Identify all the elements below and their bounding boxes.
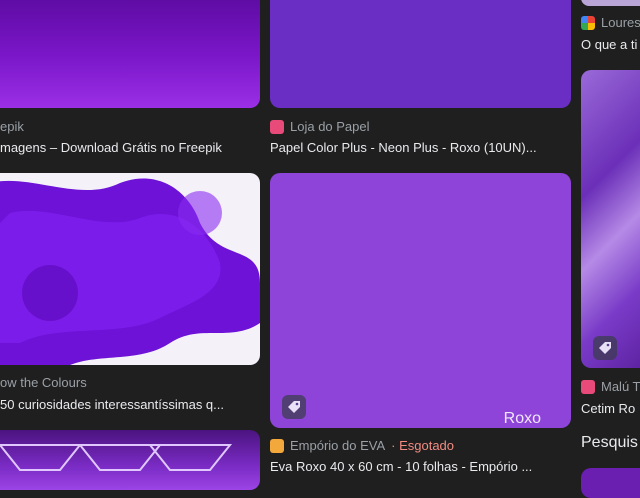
- result-source-loures[interactable]: Loures: [581, 15, 640, 30]
- result-title-eva[interactable]: Eva Roxo 40 x 60 cm - 10 folhas - Empóri…: [270, 459, 570, 474]
- result-image-cetim[interactable]: [581, 70, 640, 368]
- image-overlay-text: Roxo: [503, 410, 541, 427]
- loja-do-papel-favicon-icon: [270, 119, 284, 134]
- result-title-freepik[interactable]: magens – Download Grátis no Freepik: [0, 140, 258, 155]
- result-title-papel[interactable]: Papel Color Plus - Neon Plus - Roxo (10U…: [270, 140, 570, 155]
- purple-ink-illustration: [0, 178, 260, 365]
- result-source-colours[interactable]: ow the Colours: [0, 375, 87, 390]
- result-source-freepik[interactable]: epik: [0, 119, 24, 134]
- result-title-malu[interactable]: Cetim Ro: [581, 401, 640, 416]
- result-image-top-right[interactable]: [581, 0, 640, 6]
- result-title-loures[interactable]: O que a ti: [581, 37, 640, 52]
- result-source-papel[interactable]: Loja do Papel: [270, 119, 370, 134]
- related-searches-heading: Pesquis: [581, 434, 638, 451]
- related-search-image[interactable]: [581, 468, 640, 498]
- result-image-ink[interactable]: [0, 173, 260, 365]
- result-image-freepik[interactable]: [0, 0, 260, 108]
- result-image-eva[interactable]: Roxo: [270, 173, 571, 428]
- result-source-malu[interactable]: Malú T: [581, 379, 640, 394]
- emporio-eva-favicon-icon: [270, 438, 284, 453]
- result-title-colours[interactable]: 50 curiosidades interessantíssimas q...: [0, 397, 258, 412]
- price-tag-icon[interactable]: [282, 395, 306, 419]
- loures-favicon-icon: [581, 15, 595, 30]
- result-image-papel[interactable]: [270, 0, 571, 108]
- glasses-illustration: [0, 444, 233, 471]
- result-image-glasses[interactable]: [0, 430, 260, 490]
- price-tag-icon[interactable]: [593, 336, 617, 360]
- malu-favicon-icon: [581, 379, 595, 394]
- result-source-eva[interactable]: Empório do EVA · Esgotado: [270, 438, 454, 453]
- sold-out-status: · Esgotado: [391, 438, 455, 453]
